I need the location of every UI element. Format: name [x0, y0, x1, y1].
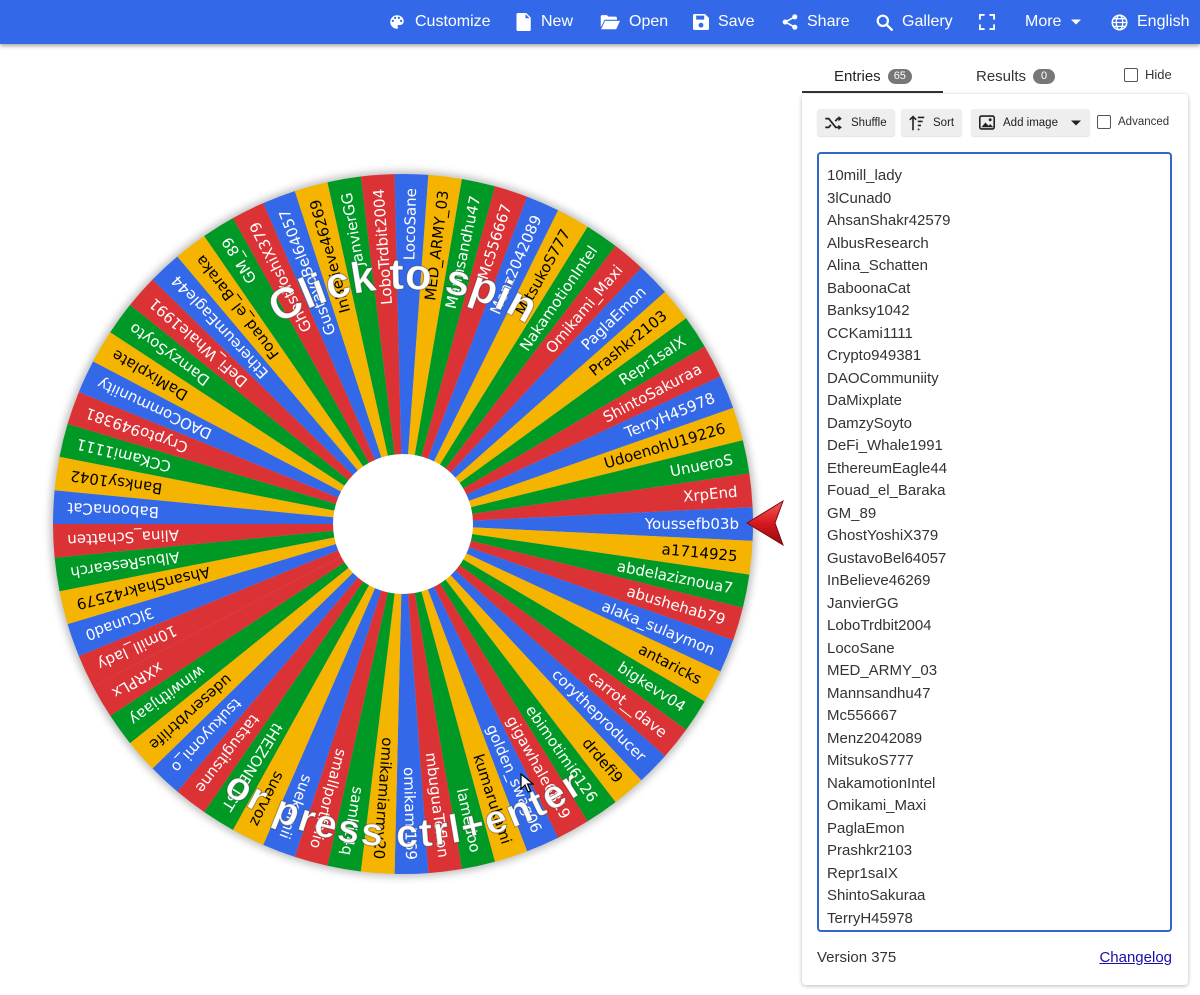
entries-count-badge: 65 — [887, 68, 912, 84]
entry-line: Crypto949381 — [827, 347, 922, 364]
changelog-link[interactable]: Changelog — [1099, 949, 1172, 966]
search-icon — [876, 14, 893, 31]
hide-label: Hide — [1145, 67, 1172, 82]
gallery-button[interactable]: Gallery — [876, 0, 953, 44]
palette-icon — [390, 15, 404, 29]
add-image-label: Add image — [1003, 116, 1058, 129]
entry-line: Alina_Schatten — [827, 257, 928, 274]
floppy-disk-icon — [693, 14, 709, 30]
top-app-bar: Customize New Open Save Share Gallery Mo… — [0, 0, 1200, 44]
new-label: New — [541, 13, 574, 30]
hide-checkbox-box[interactable] — [1124, 67, 1138, 82]
entry-line: MED_ARMY_03 — [827, 662, 938, 679]
entry-line: InBelieve46269 — [827, 572, 931, 589]
open-label: Open — [629, 13, 669, 30]
entry-line: Omikami_Maxi — [827, 797, 927, 814]
entry-line: LoboTrdbit2004 — [827, 617, 932, 634]
entry-line: AhsanShakr42579 — [827, 212, 951, 229]
tab-entries[interactable]: Entries 65 — [834, 58, 912, 94]
entry-line: Banksy1042 — [827, 302, 910, 319]
share-icon — [782, 14, 798, 30]
sort-button[interactable]: Sort — [901, 109, 963, 136]
shuffle-label: Shuffle — [851, 116, 887, 129]
entry-line: GustavoBel64057 — [827, 549, 947, 567]
fullscreen-icon — [979, 14, 995, 30]
mouse-cursor-icon — [520, 773, 534, 793]
entry-line: AlbusResearch — [827, 234, 929, 252]
sort-icon — [909, 114, 925, 130]
entry-line: EthereumEagle44 — [827, 459, 948, 477]
share-button[interactable]: Share — [782, 0, 850, 44]
entry-line: Fouad_el_Baraka — [827, 482, 946, 499]
language-button[interactable]: English — [1111, 0, 1189, 44]
tab-entries-label: Entries — [834, 67, 881, 85]
advanced-checkbox-box[interactable] — [1097, 115, 1111, 129]
caret-down-icon — [1070, 120, 1081, 125]
add-image-button[interactable]: Add image — [971, 109, 1090, 136]
entry-line: Mannsandhu47 — [827, 684, 931, 702]
entry-line: GM_89 — [827, 504, 877, 522]
save-label: Save — [718, 13, 755, 30]
new-button[interactable]: New — [516, 0, 573, 44]
entry-line: DAOCommuniity — [827, 369, 939, 387]
entry-line: DaMixplate — [827, 392, 903, 409]
file-icon — [516, 13, 531, 31]
more-menu-button[interactable]: More — [1025, 0, 1082, 44]
advanced-label: Advanced — [1118, 116, 1170, 128]
wheel-pointer-icon — [746, 499, 784, 547]
advanced-checkbox[interactable]: Advanced — [1097, 115, 1169, 129]
wheel-center-hub[interactable] — [333, 454, 473, 594]
entry-line: JanvierGG — [827, 594, 899, 612]
customize-button[interactable]: Customize — [388, 0, 491, 44]
wheel-segment-label: Youssefb03b — [644, 515, 739, 533]
entry-line: LocoSane — [827, 639, 895, 657]
active-tab-indicator — [802, 91, 943, 93]
entry-line: BaboonaCat — [827, 279, 911, 297]
hide-panel-checkbox[interactable]: Hide — [1124, 67, 1172, 82]
language-label: English — [1137, 13, 1190, 30]
shuffle-icon — [825, 115, 842, 130]
entries-textarea[interactable]: 10mill_lady 3lCunad0 AhsanShakr42579 AlbusR… — [817, 152, 1172, 932]
results-count-badge: 0 — [1033, 68, 1056, 84]
share-label: Share — [807, 13, 850, 30]
tab-results-label: Results — [976, 67, 1027, 85]
entry-line: Prashkr2103 — [827, 842, 913, 859]
entry-line: Menz2042089 — [827, 729, 923, 747]
entry-line: GhostYoshiX379 — [827, 527, 939, 544]
sort-label: Sort — [933, 116, 955, 129]
wheel-segment-label: LocoSane — [400, 188, 420, 261]
entry-line: 3lCunad0 — [827, 189, 892, 207]
chevron-down-icon — [1071, 19, 1082, 25]
entry-line: DamzySoyto — [827, 414, 913, 432]
open-button[interactable]: Open — [600, 0, 668, 44]
entry-line: TerryH45978 — [827, 909, 913, 927]
entry-line: NakamotionIntel — [827, 774, 936, 792]
entries-list: 10mill_lady 3lCunad0 AhsanShakr42579 AlbusR… — [819, 154, 1170, 930]
entry-line: 10mill_lady — [827, 167, 903, 184]
tab-results[interactable]: Results 0 — [976, 58, 1056, 94]
save-button[interactable]: Save — [693, 0, 754, 44]
gallery-label: Gallery — [902, 13, 953, 30]
spinning-wheel[interactable]: 10mill_lady 3lCunad0 AhsanShakr42579 AlbusR… — [42, 163, 764, 885]
customize-label: Customize — [415, 13, 491, 30]
wheel-canvas[interactable]: 10mill_lady3lCunad0AhsanShakr42579AlbusR… — [42, 163, 764, 885]
image-icon — [979, 115, 995, 130]
fullscreen-button[interactable] — [979, 0, 995, 44]
entry-line: CCKami1111 — [827, 324, 913, 342]
entry-line: ShintoSakuraa — [827, 887, 926, 904]
entry-line: Mc556667 — [827, 707, 898, 724]
folder-open-icon — [600, 15, 620, 30]
entry-line: DeFi_Whale1991 — [827, 437, 943, 454]
shuffle-button[interactable]: Shuffle — [817, 109, 895, 136]
entry-line: Repr1saIX — [827, 864, 898, 882]
entry-line: PaglaEmon — [827, 819, 905, 837]
globe-icon — [1111, 14, 1128, 30]
version-text: Version 375 — [817, 949, 897, 966]
more-label: More — [1025, 13, 1062, 30]
entry-line: MitsukoS777 — [827, 752, 914, 769]
